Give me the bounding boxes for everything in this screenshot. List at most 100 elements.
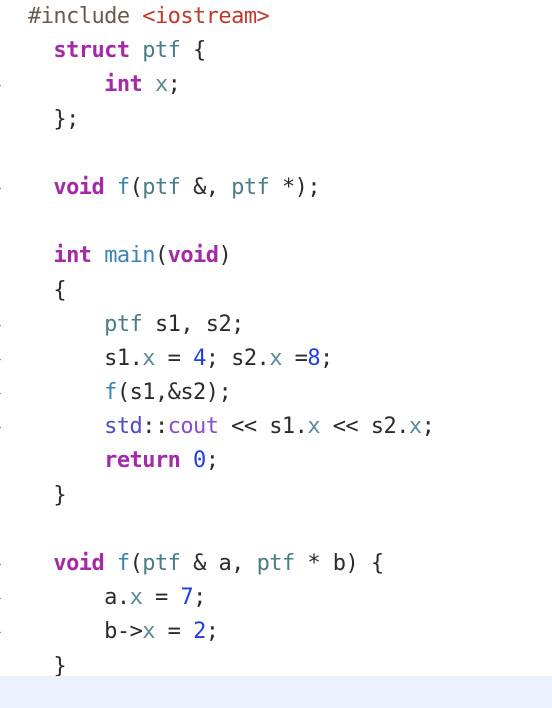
code-line[interactable]: std::cout << s1.x << s2.x; [0, 410, 552, 444]
code-token: = [281, 345, 308, 371]
code-token: s1 [129, 380, 156, 406]
code-line-text: void f(ptf & a, ptf * b) { [28, 547, 384, 581]
code-token: :: [142, 414, 168, 440]
code-token: ( [129, 551, 143, 576]
code-token: . [396, 414, 409, 440]
code-token: b [104, 619, 117, 645]
code-line[interactable]: } [0, 479, 552, 513]
code-line[interactable]: #include <iostream> [0, 0, 552, 34]
code-token: x [129, 585, 143, 611]
code-token: cout [167, 414, 219, 440]
code-line-text: struct ptf { [28, 34, 206, 68]
code-token: return [104, 448, 181, 474]
chevron-right-icon[interactable] [0, 418, 11, 437]
code-token: ptf [256, 551, 296, 576]
code-token: ; [320, 345, 333, 371]
chevron-right-icon[interactable] [0, 623, 11, 642]
code-token: s2 [370, 414, 397, 440]
code-line[interactable]: void f(ptf & a, ptf * b) { [0, 547, 552, 581]
code-line-text: return 0; [28, 444, 219, 478]
code-line-text: std::cout << s1.x << s2.x; [28, 410, 435, 444]
code-line[interactable]: }; [0, 103, 552, 137]
chevron-right-icon[interactable] [0, 179, 11, 198]
code-line-text: void f(ptf &, ptf *); [28, 171, 320, 205]
code-token: x [269, 345, 282, 371]
code-line-text: { [28, 274, 66, 308]
code-line[interactable]: a.x = 7; [0, 581, 552, 615]
code-token: * [294, 551, 333, 576]
code-token: x [142, 619, 155, 645]
code-token: &, [180, 174, 232, 200]
code-line-text: b->x = 2; [28, 615, 219, 649]
code-lines-container[interactable]: #include <iostream> struct ptf { int x; … [0, 0, 552, 676]
code-token: a [104, 585, 117, 611]
code-token: . [256, 345, 270, 371]
code-line-text: } [28, 650, 66, 676]
code-line-text: }; [28, 103, 79, 137]
code-line[interactable]: b->x = 2; [0, 615, 552, 649]
code-token: b [332, 551, 346, 576]
code-token: a [218, 551, 232, 576]
code-token: { [28, 277, 67, 303]
code-line[interactable]: return 0; [0, 444, 552, 478]
code-line[interactable]: void f(ptf &, ptf *); [0, 171, 552, 205]
code-line[interactable]: } [0, 650, 552, 676]
code-token: s1 [154, 311, 181, 337]
code-token: 0 [193, 448, 206, 474]
chevron-right-icon[interactable] [0, 589, 11, 608]
code-token: f [104, 380, 117, 406]
chevron-right-icon[interactable] [0, 76, 11, 95]
chevron-right-icon[interactable] [0, 384, 11, 403]
code-line-text: f(s1,&s2); [28, 376, 232, 410]
code-token: s2 [205, 311, 232, 337]
code-line[interactable] [0, 137, 552, 171]
code-token: } [28, 653, 67, 676]
code-line[interactable] [0, 513, 552, 547]
code-line[interactable]: f(s1,&s2); [0, 376, 552, 410]
code-token: ptf [142, 551, 181, 576]
code-token: f [116, 551, 130, 576]
code-token: ; [167, 72, 181, 98]
code-token: . [294, 414, 308, 440]
code-line-text: s1.x = 4; s2.x =8; [28, 342, 333, 376]
code-token: ptf [142, 174, 181, 200]
code-line[interactable]: struct ptf { [0, 34, 552, 68]
code-line[interactable]: ptf s1, s2; [0, 308, 552, 342]
code-token: s2 [180, 380, 206, 406]
code-token: 7 [180, 585, 194, 611]
code-token: x [142, 345, 155, 371]
code-token: f [116, 174, 130, 200]
code-token: ) [218, 243, 232, 269]
code-token: , [231, 551, 257, 576]
code-line-text: a.x = 7; [28, 581, 206, 615]
code-line[interactable] [0, 205, 552, 239]
code-token: . [129, 345, 143, 371]
code-token: x [154, 72, 168, 98]
code-token: . [116, 585, 130, 611]
code-token: { [180, 38, 206, 64]
code-line-text: ptf s1, s2; [28, 308, 244, 342]
code-line[interactable]: int x; [0, 68, 552, 102]
code-line-text: int x; [28, 68, 181, 102]
chevron-right-icon[interactable] [0, 350, 11, 369]
chevron-right-icon[interactable] [0, 316, 11, 335]
code-token: #include [28, 4, 143, 29]
code-line[interactable]: s1.x = 4; s2.x =8; [0, 342, 552, 376]
code-token: ; [205, 619, 219, 645]
code-token: x [307, 414, 321, 440]
code-line[interactable]: int main(void) [0, 239, 552, 273]
code-line[interactable]: { [0, 274, 552, 308]
code-token: ptf [231, 174, 270, 200]
code-token: 8 [307, 345, 321, 371]
chevron-right-icon[interactable] [0, 555, 11, 574]
code-token: int [104, 72, 143, 98]
